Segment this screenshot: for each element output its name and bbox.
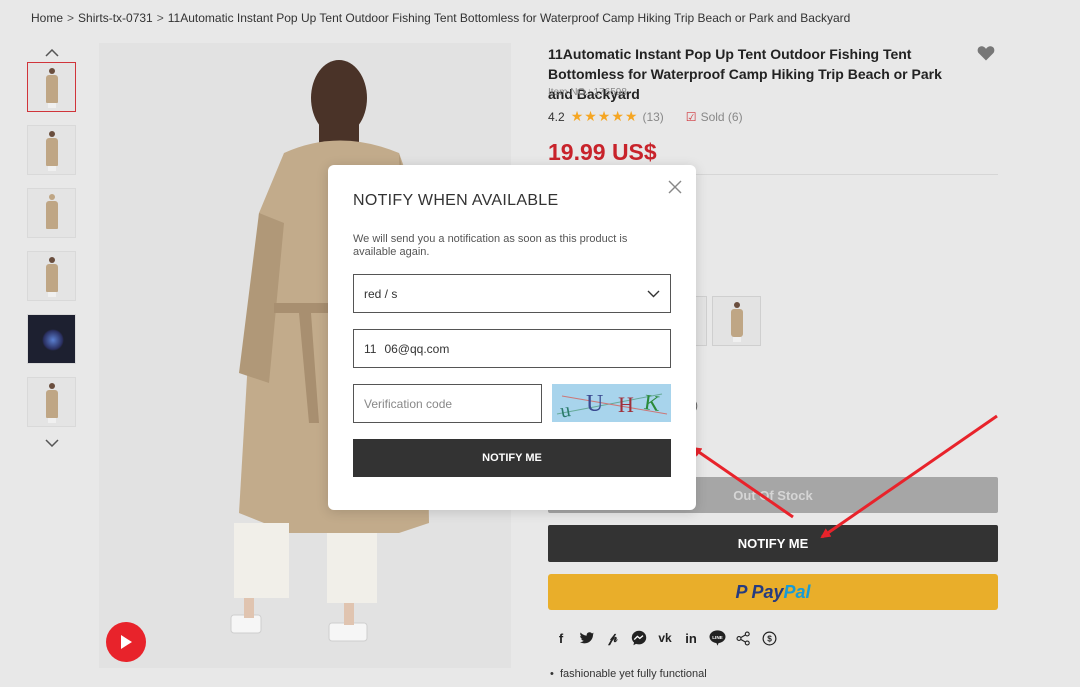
breadcrumb-separator: > — [67, 11, 75, 25]
video-play-button[interactable] — [106, 622, 146, 662]
modal-description: We will send you a notification as soon … — [353, 233, 628, 258]
paypal-button[interactable]: P Pay Pal — [548, 574, 998, 610]
play-icon — [121, 635, 132, 649]
svg-text:$: $ — [767, 634, 772, 643]
facebook-icon[interactable]: f — [552, 629, 570, 647]
share-row: f 𝓅 vk in LINE $ — [552, 629, 786, 647]
paypal-logo-icon: P — [735, 581, 748, 602]
thumbnail-5[interactable] — [27, 314, 76, 364]
close-icon[interactable] — [667, 179, 683, 195]
share-icon[interactable] — [734, 629, 752, 647]
thumbnail-2[interactable] — [27, 125, 76, 175]
breadcrumb-category[interactable]: Shirts-tx-0731 — [78, 11, 153, 25]
thumbnail-3[interactable] — [27, 188, 76, 238]
paypal-pay-text: Pay — [751, 581, 784, 602]
rating-row: 4.2 ★★★★★ (13) ☑ Sold (6) — [548, 108, 743, 125]
captcha-image[interactable]: u U H K — [552, 384, 671, 422]
modal-notify-button[interactable]: NOTIFY ME — [353, 439, 671, 477]
breadcrumb: Home > Shirts-tx-0731 >11Automatic Instant … — [31, 11, 854, 25]
review-count[interactable]: (13) — [642, 110, 663, 124]
star-rating-icon: ★★★★★ — [570, 108, 639, 124]
feature-bullet: • fashionable yet fully functional — [550, 668, 707, 680]
product-price: 19.99 US$ — [548, 139, 657, 165]
item-number: Item NO.: 176598 — [548, 87, 627, 98]
verification-code-input[interactable] — [353, 384, 542, 423]
heart-icon[interactable] — [976, 43, 996, 63]
coin-icon[interactable]: $ — [760, 629, 778, 647]
svg-text:LINE: LINE — [712, 635, 723, 640]
linkedin-icon[interactable]: in — [682, 629, 700, 647]
rating-value: 4.2 — [548, 109, 565, 124]
thumbnail-6[interactable] — [27, 377, 76, 427]
email-field[interactable] — [353, 329, 671, 368]
variant-select[interactable]: red / s — [353, 274, 671, 313]
vk-icon[interactable]: vk — [656, 629, 674, 647]
svg-text:H: H — [618, 392, 634, 417]
thumbnail-4[interactable] — [27, 251, 76, 301]
modal-title: NOTIFY WHEN AVAILABLE — [353, 192, 559, 209]
checkbox-icon: ☑ — [685, 109, 697, 124]
notify-modal: NOTIFY WHEN AVAILABLE We will send you a… — [328, 165, 696, 510]
feature-text: fashionable yet fully functional — [559, 668, 707, 680]
line-icon[interactable]: LINE — [708, 629, 726, 647]
thumbnail-up-button[interactable] — [27, 44, 77, 62]
twitter-icon[interactable] — [578, 629, 596, 647]
chevron-down-icon — [647, 290, 660, 297]
thumbnail-gallery — [27, 44, 77, 452]
thumbnail-1[interactable] — [27, 62, 76, 112]
messenger-icon[interactable] — [630, 629, 648, 647]
paypal-pal-text: Pal — [783, 581, 811, 602]
chevron-down-icon — [45, 439, 59, 447]
sold-label: Sold (6) — [700, 109, 743, 124]
notify-me-button[interactable]: NOTIFY ME — [548, 525, 998, 562]
svg-text:U: U — [586, 391, 603, 417]
breadcrumb-separator: > — [156, 11, 164, 25]
chevron-up-icon — [45, 49, 59, 57]
sold-count: ☑ Sold (6) — [686, 110, 743, 124]
thumbnail-down-button[interactable] — [27, 434, 77, 452]
captcha-graphic: u U H K — [552, 384, 671, 422]
breadcrumb-current: 11Automatic Instant Pop Up Tent Outdoor … — [167, 11, 851, 25]
variant-option-2[interactable] — [712, 296, 761, 346]
breadcrumb-home[interactable]: Home — [31, 11, 63, 25]
pinterest-icon[interactable]: 𝓅 — [604, 629, 622, 647]
variant-select-value: red / s — [364, 286, 398, 301]
